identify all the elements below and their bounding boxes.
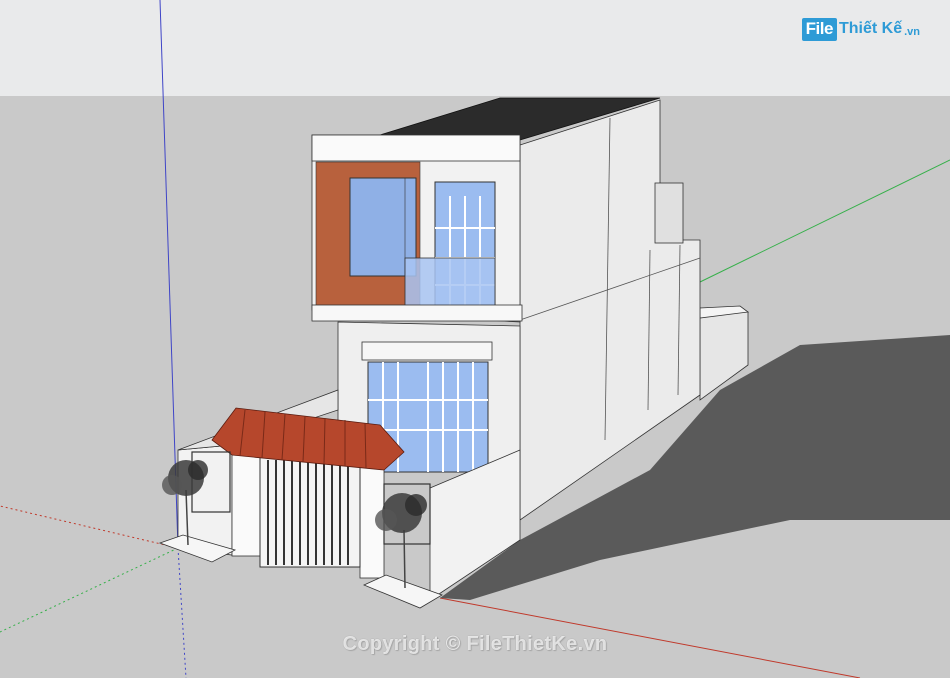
ground-door-frame [361,341,493,361]
sketchup-viewport[interactable] [0,0,950,678]
gate-left-pillar [231,447,261,557]
logo-text: Thiết Kế [838,20,903,37]
upper-floor-fascia [311,134,521,162]
logo-suffix: .vn [904,26,920,38]
filethietke-logo: File Thiết Kế .vn [801,14,920,44]
house-3d-model-scene[interactable] [0,0,950,678]
water-tank [654,182,684,244]
balcony-slab [311,304,523,322]
copyright-watermark: Copyright © FileThietKe.vn [342,633,608,655]
logo-box-text: File [801,17,837,41]
